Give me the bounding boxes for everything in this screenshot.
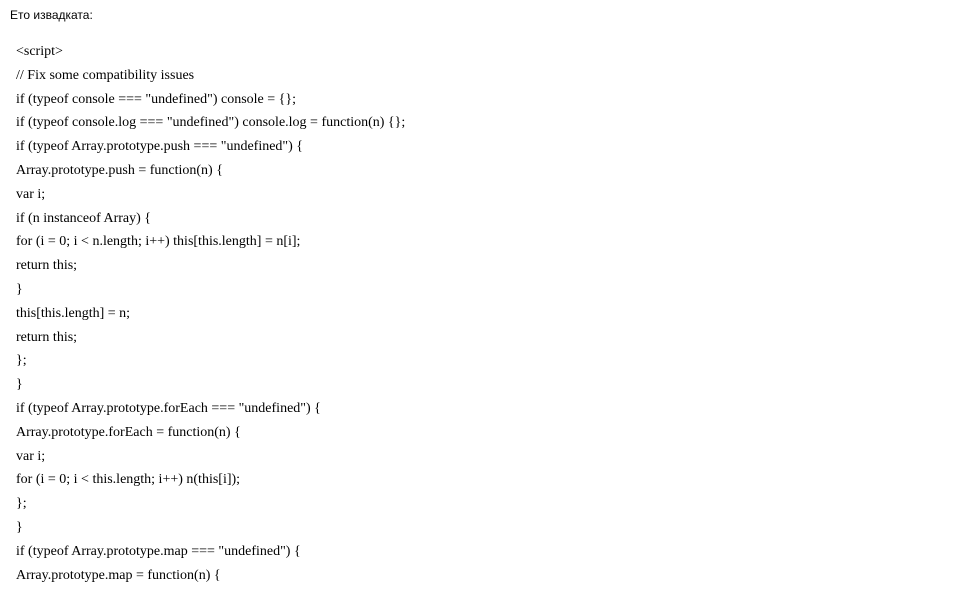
code-line: <script> <box>16 40 963 64</box>
code-line: if (n instanceof Array) { <box>16 207 963 231</box>
code-line: Array.prototype.forEach = function(n) { <box>16 421 963 445</box>
code-line: return this; <box>16 254 963 278</box>
code-line: Array.prototype.push = function(n) { <box>16 159 963 183</box>
code-line: var i; <box>16 445 963 469</box>
code-line: if (typeof Array.prototype.push === "und… <box>16 135 963 159</box>
code-line: // Fix some compatibility issues <box>16 64 963 88</box>
code-line: if (typeof console.log === "undefined") … <box>16 111 963 135</box>
code-line: this[this.length] = n; <box>16 302 963 326</box>
code-line: if (typeof Array.prototype.map === "unde… <box>16 540 963 564</box>
code-line: }; <box>16 492 963 516</box>
code-line: } <box>16 373 963 397</box>
code-line: } <box>16 516 963 540</box>
code-line: Array.prototype.map = function(n) { <box>16 564 963 588</box>
excerpt-header: Ето извадката: <box>10 8 963 22</box>
code-line: }; <box>16 349 963 373</box>
code-line: return this; <box>16 326 963 350</box>
code-line: var i; <box>16 183 963 207</box>
code-line: for (i = 0; i < n.length; i++) this[this… <box>16 230 963 254</box>
code-block: <script>// Fix some compatibility issues… <box>10 40 963 587</box>
code-line: if (typeof Array.prototype.forEach === "… <box>16 397 963 421</box>
code-line: if (typeof console === "undefined") cons… <box>16 88 963 112</box>
code-line: for (i = 0; i < this.length; i++) n(this… <box>16 468 963 492</box>
code-line: } <box>16 278 963 302</box>
